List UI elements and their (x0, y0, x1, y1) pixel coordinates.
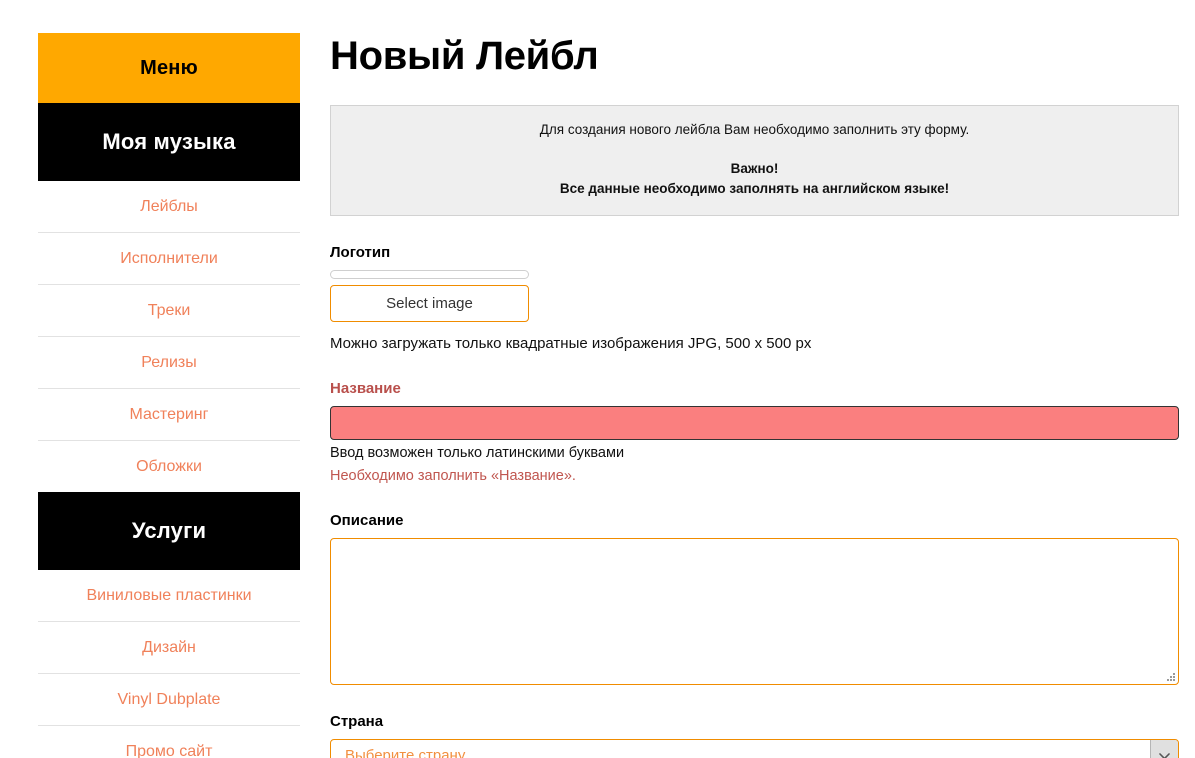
page-title: Новый Лейбл (330, 34, 599, 78)
select-image-button[interactable]: Select image (330, 285, 529, 322)
description-textarea-wrapper (330, 538, 1179, 685)
sidebar-item-vinyl-dubplate[interactable]: Vinyl Dubplate (38, 674, 300, 726)
field-country: Страна Выберите страну ... (330, 713, 1179, 758)
logo-label: Логотип (330, 244, 391, 261)
info-box-line-1: Для создания нового лейбла Вам необходим… (539, 122, 970, 137)
name-error-message: Необходимо заполнить «Название». (330, 468, 576, 484)
sidebar-item-mastering[interactable]: Мастеринг (38, 389, 300, 441)
name-input[interactable] (330, 406, 1179, 440)
description-label: Описание (330, 512, 404, 529)
country-selected-value: Выберите страну ... (345, 747, 482, 758)
sidebar-section-my-music: Моя музыка (38, 103, 300, 181)
field-description: Описание (330, 512, 1179, 685)
field-logo: Логотип Select image Можно загружать тол… (330, 244, 1179, 352)
info-box-important: Важно! (730, 161, 779, 176)
country-select[interactable]: Выберите страну ... (330, 739, 1179, 758)
sidebar-item-tracks[interactable]: Треки (38, 285, 300, 337)
sidebar-group-services: Виниловые пластинки Дизайн Vinyl Dubplat… (38, 570, 300, 758)
sidebar-item-artists[interactable]: Исполнители (38, 233, 300, 285)
logo-upload-progress-bar (330, 270, 529, 279)
sidebar-section-services: Услуги (38, 492, 300, 570)
info-box: Для создания нового лейбла Вам необходим… (330, 105, 1179, 216)
name-hint: Ввод возможен только латинскими буквами (330, 445, 625, 461)
sidebar-item-vinyl-records[interactable]: Виниловые пластинки (38, 570, 300, 622)
field-name: Название Ввод возможен только латинскими… (330, 380, 1179, 484)
name-label: Название (330, 380, 401, 397)
app-root: Меню Моя музыка Лейблы Исполнители Треки… (0, 0, 1195, 758)
info-box-language-note: Все данные необходимо заполнять на англи… (559, 181, 950, 196)
info-box-spacer (347, 140, 1162, 159)
sidebar-group-my-music: Лейблы Исполнители Треки Релизы Мастерин… (38, 181, 300, 492)
sidebar: Меню Моя музыка Лейблы Исполнители Треки… (38, 33, 300, 758)
logo-hint: Можно загружать только квадратные изобра… (330, 335, 812, 352)
chevron-down-icon[interactable] (1150, 740, 1178, 758)
sidebar-item-releases[interactable]: Релизы (38, 337, 300, 389)
main-content: Новый Лейбл Для создания нового лейбла В… (330, 33, 1179, 758)
description-textarea[interactable] (330, 538, 1179, 685)
sidebar-menu-header: Меню (38, 33, 300, 103)
sidebar-item-covers[interactable]: Обложки (38, 441, 300, 492)
country-label: Страна (330, 713, 384, 730)
sidebar-item-promo-site[interactable]: Промо сайт (38, 726, 300, 758)
sidebar-item-labels[interactable]: Лейблы (38, 181, 300, 233)
sidebar-item-design[interactable]: Дизайн (38, 622, 300, 674)
